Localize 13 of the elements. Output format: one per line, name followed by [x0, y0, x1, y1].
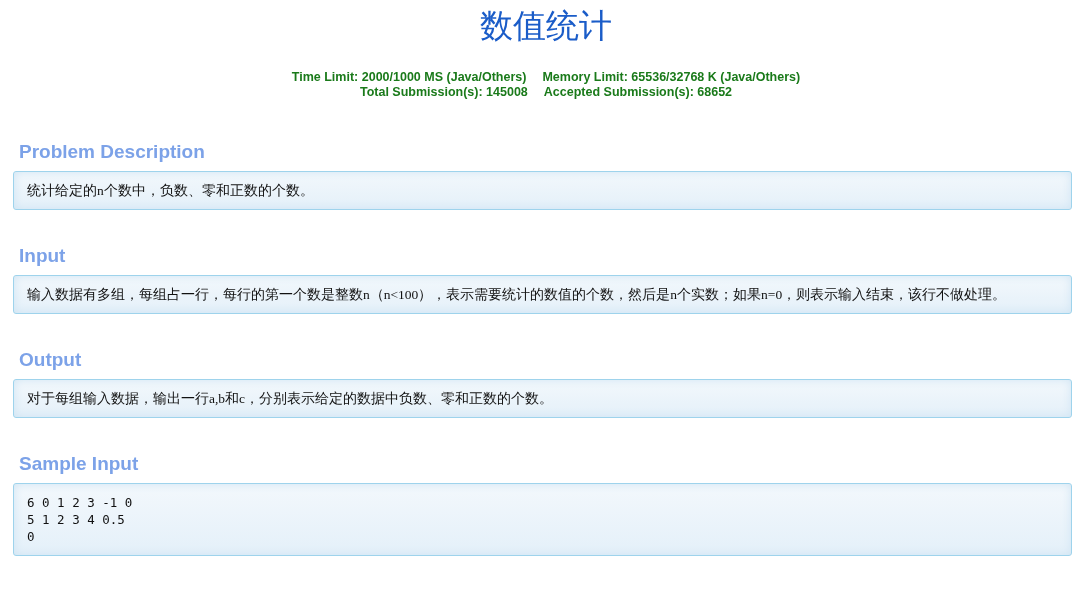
panel-text: 输入数据有多组，每组占一行，每行的第一个数是整数n（n<100），表示需要统计的数值的个数，然后是n个实数；如果n=0，则表示输入结束，该行不做处理。 [27, 286, 1008, 304]
submission-count: Total Submission(s): 145008 [359, 85, 528, 100]
section-heading: Input [19, 244, 67, 268]
limit-text: Memory Limit: 65536/32768 K (Java/Others) [542, 70, 801, 85]
limit-text: Time Limit: 2000/1000 MS (Java/Others) [291, 70, 527, 85]
section-heading: Output [19, 348, 83, 372]
panel-text: 对于每组输入数据，输出一行a,b和c，分别表示给定的数据中负数、零和正数的个数。 [27, 390, 555, 408]
section-heading: Sample Input [19, 452, 140, 476]
panel-text: 统计给定的n个数中，负数、零和正数的个数。 [27, 182, 315, 200]
section-heading: Problem Description [19, 140, 206, 164]
problem-title: 数值统计 [479, 7, 613, 46]
sample-input-panel: 6 0 1 2 3 -1 0 5 1 2 3 4 0.5 0 [13, 483, 1072, 556]
submission-count: Accepted Submission(s): 68652 [543, 85, 733, 100]
